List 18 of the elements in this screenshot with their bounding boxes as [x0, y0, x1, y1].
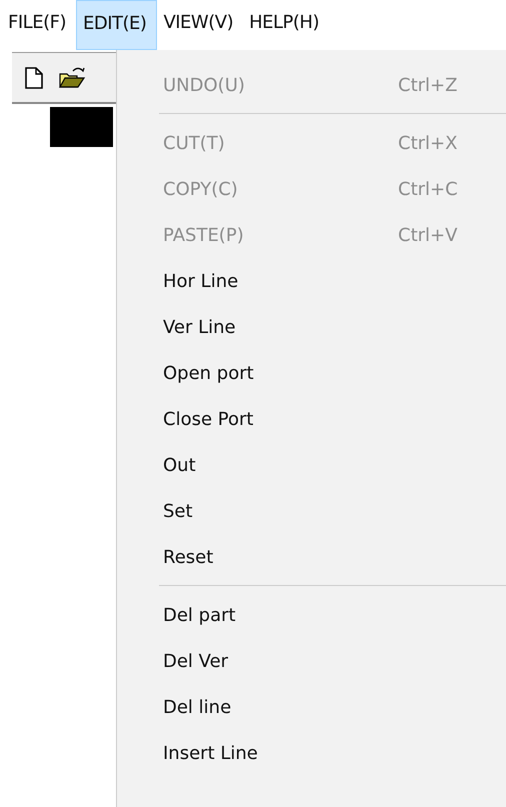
menu-bar-item[interactable]: VIEW(V)	[157, 0, 244, 50]
menu-item[interactable]: Hor Line	[117, 258, 506, 304]
menu-item[interactable]: Del Ver	[117, 638, 506, 684]
open-folder-icon[interactable]	[58, 66, 86, 90]
canvas-panel	[50, 107, 113, 147]
menu-item[interactable]: Close Port	[117, 396, 506, 442]
menu-item[interactable]: Open port	[117, 350, 506, 396]
menu-item[interactable]: Del line	[117, 684, 506, 730]
new-document-icon[interactable]	[24, 66, 44, 88]
menu-bar-item[interactable]: FILE(F)	[2, 0, 76, 50]
menu-bar-item[interactable]: EDIT(E)	[76, 0, 158, 50]
menu-item[interactable]: Set	[117, 488, 506, 534]
menu-item[interactable]: Ver Line	[117, 304, 506, 350]
menu-item[interactable]: Insert Line	[117, 730, 506, 776]
menu-item[interactable]: Del part	[117, 592, 506, 638]
menu-item[interactable]: Reset	[117, 534, 506, 580]
menu-bar-item[interactable]: HELP(H)	[243, 0, 329, 50]
menu-item[interactable]: Out	[117, 442, 506, 488]
